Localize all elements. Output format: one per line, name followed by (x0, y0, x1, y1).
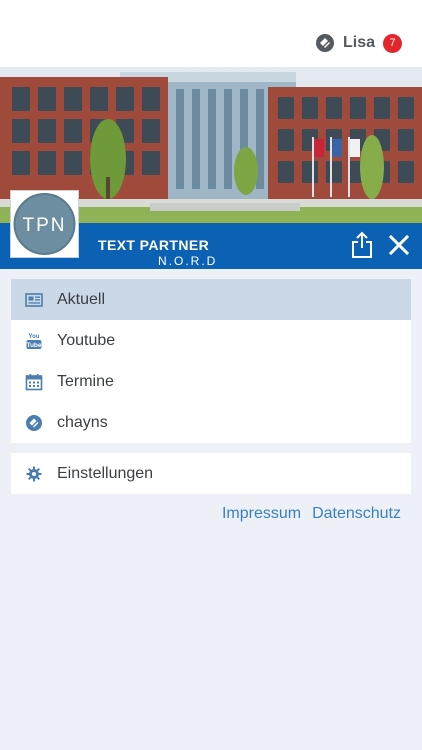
top-bar: Lisa 7 (0, 0, 422, 67)
share-icon[interactable] (350, 231, 374, 259)
notification-badge[interactable]: 7 (383, 33, 402, 53)
brand-subtitle: N.O.R.D (158, 254, 218, 268)
svg-text:Tube: Tube (26, 342, 41, 349)
brand-title: TEXT PARTNER (98, 237, 210, 253)
menu-item-aktuell[interactable]: Aktuell (11, 279, 411, 320)
gear-icon (25, 465, 43, 483)
logo-text: TPN (23, 215, 67, 236)
menu-item-label: Aktuell (57, 290, 106, 308)
svg-text:You: You (29, 334, 40, 340)
navigation-menu: Aktuell You Tube Youtube Termine chayns (11, 279, 411, 443)
menu-item-termine[interactable]: Termine (11, 361, 411, 402)
calendar-icon (25, 373, 43, 391)
user-area[interactable]: Lisa 7 (315, 33, 402, 53)
chayns-icon (25, 414, 43, 432)
footer-links: Impressum Datenschutz (211, 505, 401, 523)
menu-item-youtube[interactable]: You Tube Youtube (11, 320, 411, 361)
menu-item-label: Einstellungen (57, 464, 154, 482)
newspaper-icon (25, 291, 43, 309)
impressum-link[interactable]: Impressum (222, 505, 301, 523)
user-name[interactable]: Lisa (343, 34, 375, 52)
datenschutz-link[interactable]: Datenschutz (312, 505, 401, 523)
site-logo: TPN (10, 190, 79, 258)
menu-item-label: Termine (57, 372, 114, 390)
menu-item-label: Youtube (57, 331, 116, 349)
close-icon[interactable] (388, 234, 410, 256)
settings-menu: Einstellungen (11, 453, 411, 494)
menu-item-label: chayns (57, 413, 108, 431)
menu-item-einstellungen[interactable]: Einstellungen (11, 453, 411, 494)
menu-item-chayns[interactable]: chayns (11, 402, 411, 443)
youtube-icon: You Tube (25, 332, 43, 350)
chayns-logo-icon (315, 33, 335, 53)
